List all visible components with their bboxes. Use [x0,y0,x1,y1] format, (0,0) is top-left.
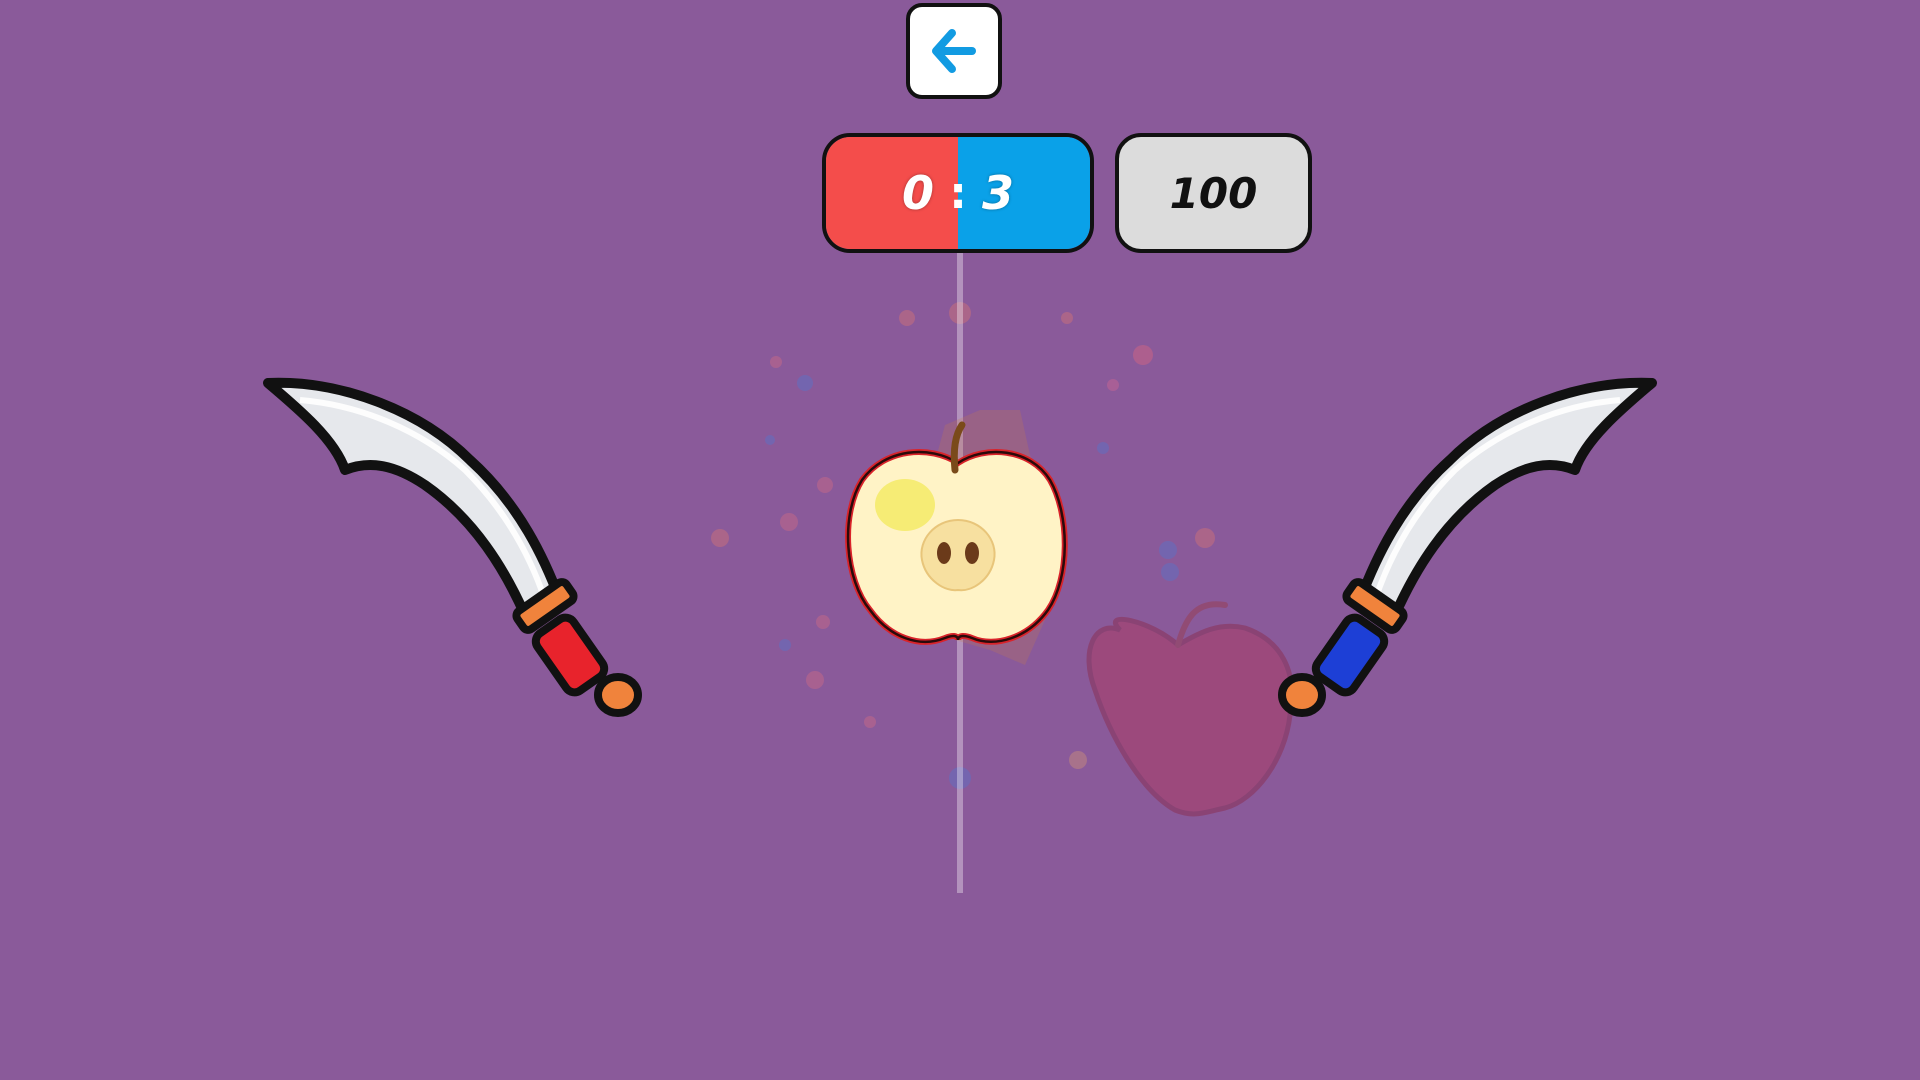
game-stage[interactable]: 0 3 : 100 [0,0,1920,1080]
red-score: 0 [901,166,934,220]
blue-score: 3 [981,166,1014,220]
red-score-section: 0 [826,137,958,249]
arrow-left-icon [932,29,976,73]
score-separator: : [949,167,967,219]
back-button[interactable] [906,3,1002,99]
blue-score-section: 3 [958,137,1090,249]
timer-display: 100 [1115,133,1312,253]
score-panel: 0 3 : [822,133,1094,253]
